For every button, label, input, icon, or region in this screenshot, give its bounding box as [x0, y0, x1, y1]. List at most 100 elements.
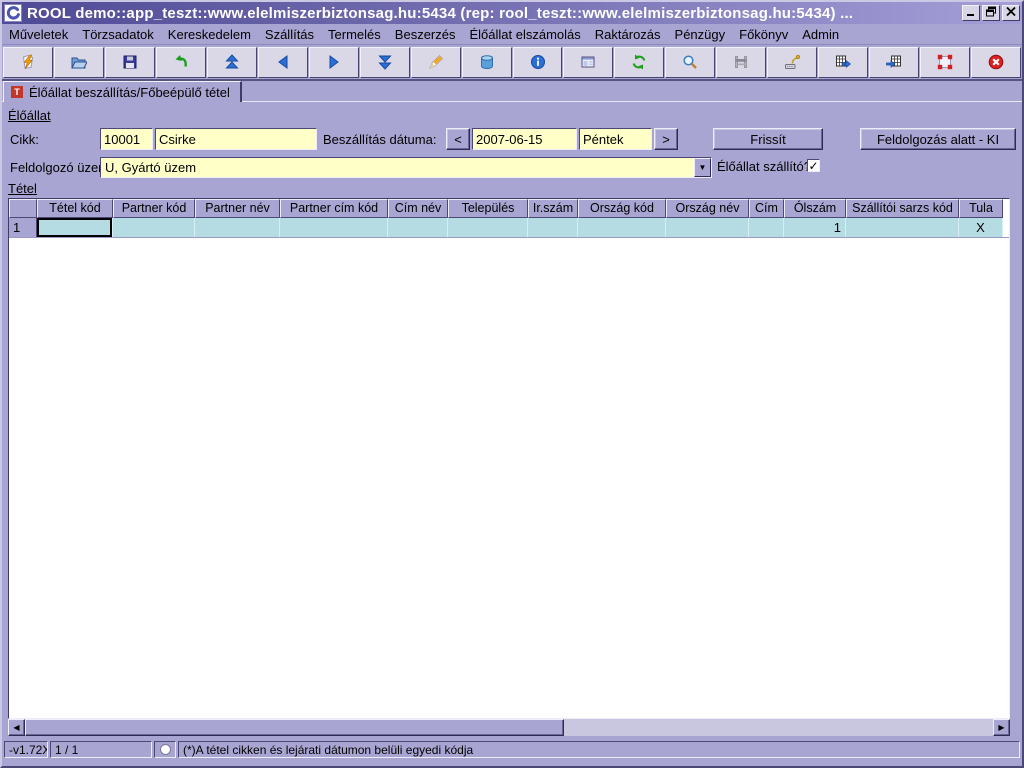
window-title: ROOL demo::app_teszt::www.elelmiszerbizt…: [27, 4, 854, 22]
previous-button[interactable]: [257, 46, 308, 78]
delivery-date-label: Beszállítás dátuma:: [323, 132, 437, 147]
status-bar: -v1.72X 1 / 1 (*)A tétel cikken és lejár…: [2, 740, 1022, 759]
menu-item-6[interactable]: Élőállat elszámolás: [463, 25, 588, 44]
grid-cell[interactable]: [280, 218, 388, 237]
save-icon: [122, 54, 138, 70]
export-grid-button[interactable]: [818, 46, 869, 78]
grid-cell[interactable]: [528, 218, 578, 237]
import-grid-button[interactable]: [869, 46, 920, 78]
minimize-button[interactable]: [962, 5, 980, 21]
menu-item-0[interactable]: Műveletek: [2, 25, 75, 44]
preview-button[interactable]: [716, 46, 767, 78]
refresh-button[interactable]: [614, 46, 665, 78]
grid-column-header[interactable]: Cím név: [388, 199, 448, 218]
cikk-name-input[interactable]: [155, 128, 317, 150]
grid-column-header[interactable]: Ország kód: [578, 199, 666, 218]
menu-item-2[interactable]: Kereskedelem: [161, 25, 258, 44]
items-grid: Tétel kód Partner kód Partner név Partner c…: [8, 198, 1010, 719]
plant-combobox[interactable]: U, Gyártó üzem ▼: [100, 157, 712, 178]
grid-cell[interactable]: [195, 218, 280, 237]
status-indicator-icon: [159, 744, 171, 755]
cikk-code-input[interactable]: [100, 128, 153, 150]
grid-cell[interactable]: [846, 218, 959, 237]
grid-column-header[interactable]: Partner kód: [113, 199, 195, 218]
menu-item-4[interactable]: Termelés: [321, 25, 388, 44]
scrollbar-thumb[interactable]: [25, 719, 564, 736]
window-controls: [962, 5, 1020, 21]
restore-button[interactable]: [982, 5, 1000, 21]
grid-cell[interactable]: [448, 218, 528, 237]
refresh-icon: [631, 54, 647, 70]
close-icon: [1004, 5, 1018, 21]
grid-cell[interactable]: 1: [784, 218, 846, 237]
search-button[interactable]: [665, 46, 716, 78]
grid-cell[interactable]: [113, 218, 195, 237]
row-number-cell[interactable]: 1: [9, 218, 37, 237]
form-panel: Élőállat Cikk: Beszállítás dátuma: < > F…: [2, 102, 1022, 766]
menu-item-7[interactable]: Raktározás: [588, 25, 668, 44]
grid-column-header[interactable]: Ország név: [666, 199, 749, 218]
refresh-button[interactable]: Frissít: [713, 128, 823, 150]
supplier-checkbox[interactable]: ✓: [807, 159, 820, 172]
toolbar: [2, 44, 1022, 81]
plant-dropdown-button[interactable]: ▼: [694, 158, 711, 177]
tab-elooallat-beszallitas[interactable]: T Élőállat beszállítás/Főbeépülő tétel: [3, 81, 242, 102]
chevron-down-icon: ▼: [698, 163, 707, 172]
grid-column-header[interactable]: Tula: [959, 199, 1003, 218]
menu-item-8[interactable]: Pénzügy: [668, 25, 733, 44]
grid-cell[interactable]: [388, 218, 448, 237]
grid-column-header[interactable]: Ólszám: [784, 199, 846, 218]
grid-header: Tétel kód Partner kód Partner név Partner c…: [9, 199, 1009, 218]
menu-item-9[interactable]: Főkönyv: [732, 25, 795, 44]
last-button[interactable]: [359, 46, 410, 78]
edit-button[interactable]: [410, 46, 461, 78]
menu-item-5[interactable]: Beszerzés: [388, 25, 463, 44]
first-button[interactable]: [206, 46, 257, 78]
scroll-left-icon: ◀: [13, 723, 20, 732]
scroll-right-button[interactable]: ▶: [993, 719, 1010, 736]
status-version: -v1.72X: [4, 741, 48, 758]
scroll-right-icon: ▶: [998, 723, 1005, 732]
cikk-label: Cikk:: [10, 132, 39, 147]
scroll-left-button[interactable]: ◀: [8, 719, 25, 736]
exit-button[interactable]: [971, 46, 1022, 78]
menu-item-10[interactable]: Admin: [795, 25, 846, 44]
grid-cell[interactable]: [749, 218, 784, 237]
undo-button[interactable]: [155, 46, 206, 78]
grid-column-header[interactable]: Település: [448, 199, 528, 218]
first-icon: [224, 54, 240, 70]
processing-toggle-button[interactable]: Feldolgozás alatt - KI: [860, 128, 1016, 150]
menu-item-1[interactable]: Törzsadatok: [75, 25, 161, 44]
menu-item-3[interactable]: Szállítás: [258, 25, 321, 44]
grid-horizontal-scrollbar[interactable]: ◀ ▶: [8, 719, 1010, 736]
grid-column-header[interactable]: Ir.szám: [528, 199, 578, 218]
tab-label: Élőállat beszállítás/Főbeépülő tétel: [29, 84, 230, 100]
grid-cell[interactable]: X: [959, 218, 1003, 237]
search-icon: [682, 54, 698, 70]
grid-column-header[interactable]: Tétel kód: [37, 199, 113, 218]
open-button[interactable]: [53, 46, 104, 78]
grid-cell[interactable]: [666, 218, 749, 237]
select-region-button[interactable]: [920, 46, 971, 78]
execute-icon: [20, 54, 36, 70]
info-button[interactable]: [512, 46, 563, 78]
date-prev-button[interactable]: <: [446, 128, 470, 150]
date-input[interactable]: [472, 128, 577, 150]
form-button[interactable]: [563, 46, 614, 78]
date-next-button[interactable]: >: [654, 128, 678, 150]
exit-icon: [988, 54, 1004, 70]
grid-cell[interactable]: [578, 218, 666, 237]
grid-column-header[interactable]: Partner cím kód: [280, 199, 388, 218]
grid-column-header[interactable]: Cím: [749, 199, 784, 218]
next-button[interactable]: [308, 46, 359, 78]
grid-column-header[interactable]: Partner név: [195, 199, 280, 218]
close-button[interactable]: [1002, 5, 1020, 21]
send-button[interactable]: [767, 46, 818, 78]
grid-column-header[interactable]: Szállítói sarzs kód: [846, 199, 959, 218]
database-button[interactable]: [461, 46, 512, 78]
execute-button[interactable]: [3, 46, 53, 78]
info-icon: [530, 54, 546, 70]
grid-cell[interactable]: [37, 218, 113, 237]
save-button[interactable]: [104, 46, 155, 78]
day-input[interactable]: [579, 128, 652, 150]
